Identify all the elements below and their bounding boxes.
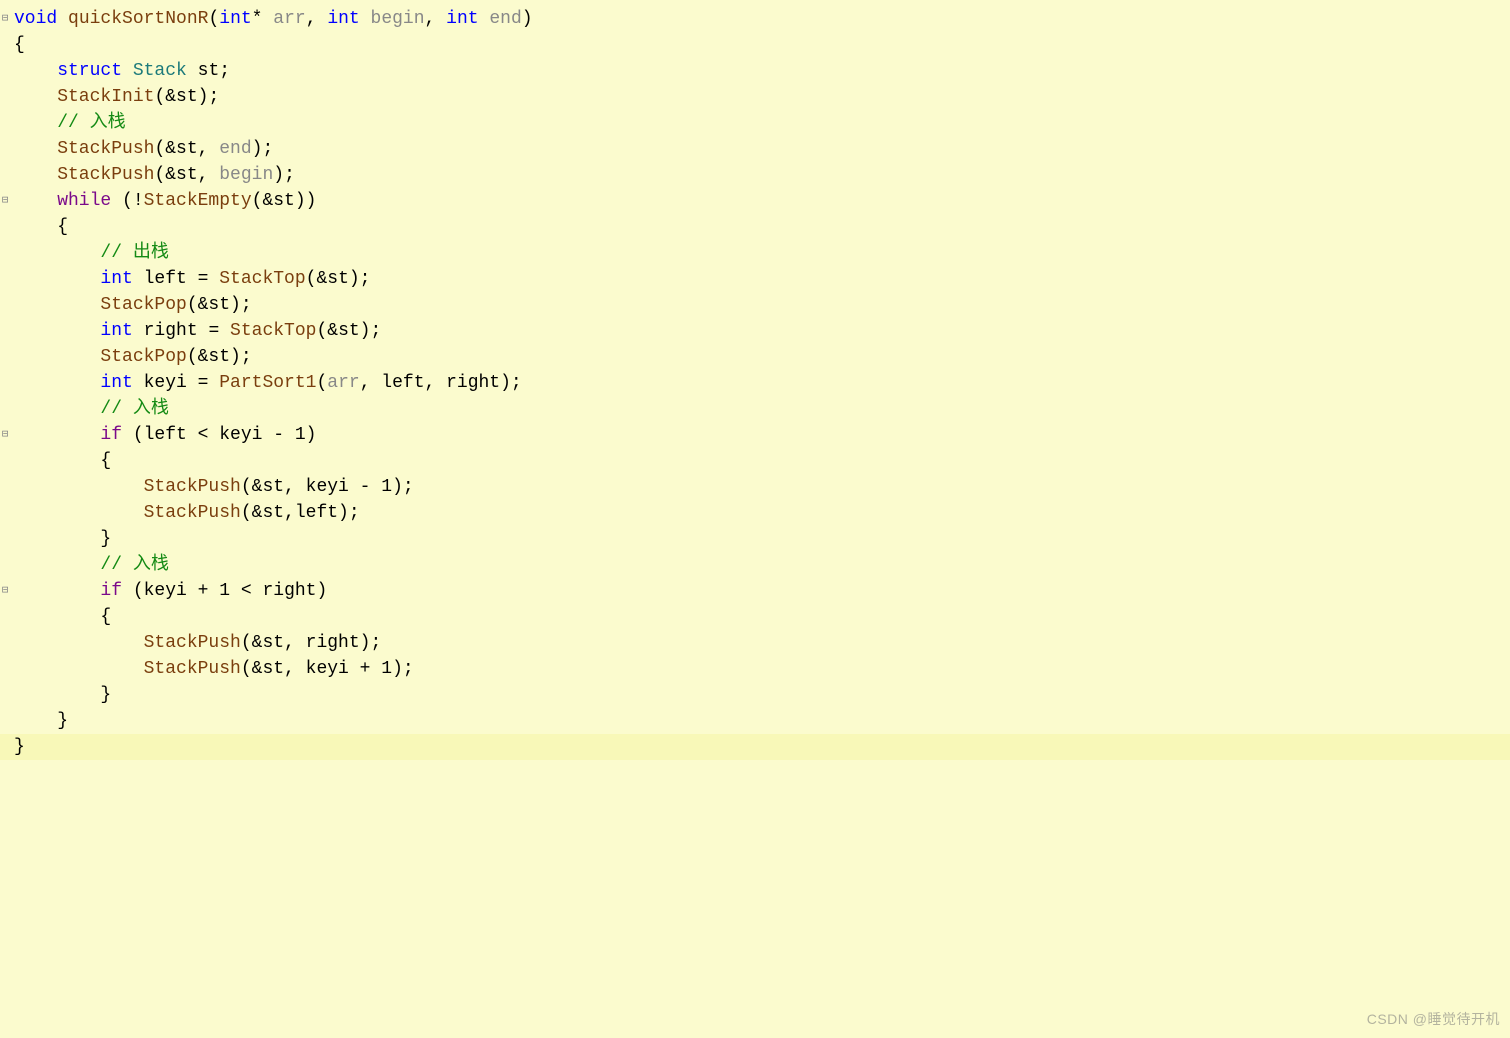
function-call: StackPush [14, 165, 154, 185]
function-call: StackPush [14, 477, 241, 497]
keyword-int: int [14, 373, 133, 393]
keyword-int: int [14, 269, 133, 289]
code-line: } [0, 526, 1510, 552]
comment: // 入栈 [14, 113, 126, 133]
code-line: int keyi = PartSort1(arr, left, right); [0, 370, 1510, 396]
code-line: ⊟ if (keyi + 1 < right) [0, 578, 1510, 604]
code-line: // 出栈 [0, 240, 1510, 266]
function-call: StackPop [14, 347, 187, 367]
function-call: StackInit [14, 87, 154, 107]
function-call: PartSort1 [219, 373, 316, 393]
watermark: CSDN @睡觉待开机 [1367, 1006, 1500, 1032]
code-line: StackPop(&st); [0, 292, 1510, 318]
comment: // 入栈 [14, 555, 169, 575]
code-line: } [0, 708, 1510, 734]
code-line: { [0, 604, 1510, 630]
code-line: StackPush(&st, end); [0, 136, 1510, 162]
keyword-void: void [14, 9, 57, 29]
code-line: } [0, 734, 1510, 760]
code-line: StackPush(&st,left); [0, 500, 1510, 526]
function-call: StackPush [14, 633, 241, 653]
code-line: StackPop(&st); [0, 344, 1510, 370]
param-end: end [479, 9, 522, 29]
code-line: int right = StackTop(&st); [0, 318, 1510, 344]
code-line: // 入栈 [0, 396, 1510, 422]
keyword-while: while [14, 191, 111, 211]
function-call: StackPush [14, 659, 241, 679]
comment: // 出栈 [14, 243, 169, 263]
code-editor: ⊟void quickSortNonR(int* arr, int begin,… [0, 0, 1510, 760]
code-line: StackInit(&st); [0, 84, 1510, 110]
function-call: StackEmpty [144, 191, 252, 211]
fold-minus-icon[interactable]: ⊟ [0, 188, 10, 214]
keyword-int: int [14, 321, 133, 341]
function-call: StackTop [219, 269, 305, 289]
keyword-struct: struct [14, 61, 122, 81]
fold-minus-icon[interactable]: ⊟ [0, 578, 10, 604]
function-call: StackPop [14, 295, 187, 315]
fold-minus-icon[interactable]: ⊟ [0, 422, 10, 448]
code-line: // 入栈 [0, 552, 1510, 578]
keyword-if: if [14, 425, 122, 445]
code-line: StackPush(&st, keyi + 1); [0, 656, 1510, 682]
code-line: struct Stack st; [0, 58, 1510, 84]
param-begin: begin [360, 9, 425, 29]
code-line: int left = StackTop(&st); [0, 266, 1510, 292]
comment: // 入栈 [14, 399, 169, 419]
code-line: ⊟ while (!StackEmpty(&st)) [0, 188, 1510, 214]
keyword-int: int [219, 9, 251, 29]
code-line: { [0, 448, 1510, 474]
fold-minus-icon[interactable]: ⊟ [0, 6, 10, 32]
type-stack: Stack [122, 61, 187, 81]
keyword-if: if [14, 581, 122, 601]
code-line: StackPush(&st, begin); [0, 162, 1510, 188]
code-line: StackPush(&st, keyi - 1); [0, 474, 1510, 500]
function-name: quickSortNonR [57, 9, 208, 29]
function-call: StackTop [230, 321, 316, 341]
function-call: StackPush [14, 503, 241, 523]
param-arr: arr [262, 9, 305, 29]
code-line: { [0, 32, 1510, 58]
code-line: } [0, 682, 1510, 708]
code-line: ⊟ if (left < keyi - 1) [0, 422, 1510, 448]
code-line: // 入栈 [0, 110, 1510, 136]
code-line: StackPush(&st, right); [0, 630, 1510, 656]
code-line: { [0, 214, 1510, 240]
code-line: ⊟void quickSortNonR(int* arr, int begin,… [0, 6, 1510, 32]
function-call: StackPush [14, 139, 154, 159]
